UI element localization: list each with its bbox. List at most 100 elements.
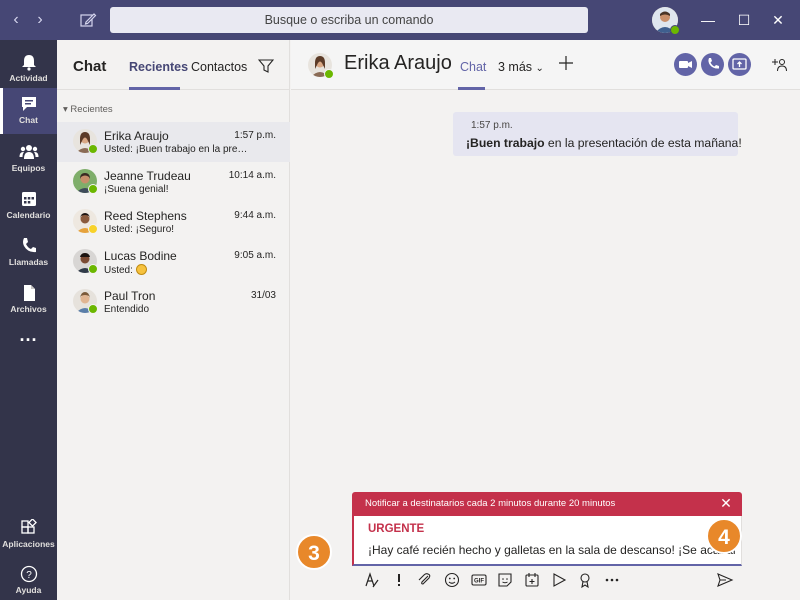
add-tab-icon[interactable]	[557, 54, 575, 72]
chat-name: Erika Araujo	[104, 129, 169, 143]
chat-time: 1:57 p.m.	[234, 130, 276, 141]
rail-label: Archivos	[10, 304, 47, 314]
page-title: Chat	[73, 58, 107, 75]
chat-row[interactable]: Erika Araujo 1:57 p.m. Usted: ¡Buen trab…	[57, 122, 290, 162]
close-icon[interactable]: ✕	[768, 10, 788, 30]
chat-name: Jeanne Trudeau	[104, 169, 191, 183]
tab-more[interactable]: 3 más ⌄	[498, 60, 544, 74]
bell-icon	[21, 55, 36, 71]
smiley-emoji-icon	[135, 264, 147, 275]
presence-available-icon	[88, 304, 98, 314]
rail-label: Calendario	[6, 210, 51, 220]
ellipsis-icon: ···	[19, 330, 38, 350]
chat-time: 9:05 a.m.	[234, 250, 276, 261]
share-screen-icon	[732, 58, 747, 70]
close-icon[interactable]: ✕	[718, 495, 734, 511]
message-text: ¡Buen trabajo en la presentación de esta…	[466, 136, 742, 150]
priority-icon[interactable]	[390, 571, 408, 589]
tab-recientes[interactable]: Recientes	[129, 60, 188, 74]
more-apps-button[interactable]: ···	[0, 330, 57, 376]
chat-preview: Usted:	[104, 264, 252, 276]
conversation-pane: Erika Araujo Chat 3 más ⌄ 1:57 p.m. ¡Bue…	[291, 40, 800, 600]
title-bar: ‹ › Busque o escriba un comando — ☐ ✕	[0, 0, 800, 40]
apps-icon	[20, 519, 37, 534]
phone-icon	[22, 238, 36, 253]
add-people-icon[interactable]	[771, 56, 789, 74]
message-time: 1:57 p.m.	[471, 120, 513, 131]
video-call-button[interactable]	[674, 53, 697, 76]
rail-item-archivos[interactable]: Archivos	[0, 277, 57, 323]
more-options-icon[interactable]	[603, 571, 621, 589]
chat-list-pane: Chat Recientes Contactos ▾ Recientes Eri…	[57, 40, 290, 600]
search-input[interactable]: Busque o escriba un comando	[110, 7, 588, 33]
section-label: Recientes	[70, 104, 113, 115]
audio-call-button[interactable]	[701, 53, 724, 76]
rail-item-ayuda[interactable]: ? Ayuda	[0, 558, 57, 600]
presence-available-icon	[88, 184, 98, 194]
presence-available-icon	[324, 69, 334, 79]
stream-icon[interactable]	[550, 571, 568, 589]
notify-text: Notificar a destinatarios cada 2 minutos…	[365, 498, 616, 509]
section-header[interactable]: ▾ Recientes	[63, 104, 113, 115]
phone-icon	[708, 58, 719, 69]
chat-row[interactable]: Reed Stephens 9:44 a.m. Usted: ¡Seguro!	[57, 202, 290, 242]
presence-away-icon	[88, 224, 98, 234]
gif-icon[interactable]: GIF	[470, 571, 488, 589]
praise-icon[interactable]	[576, 571, 594, 589]
chat-preview: Entendido	[104, 304, 150, 315]
send-icon[interactable]	[716, 571, 734, 589]
tab-indicator	[129, 87, 180, 90]
chat-name: Lucas Bodine	[104, 249, 177, 263]
chat-name: Reed Stephens	[104, 209, 187, 223]
compose-box[interactable]: URGENTE ¡Hay café recién hecho y galleta…	[352, 516, 742, 566]
filter-icon[interactable]	[258, 58, 274, 74]
message-bold-text: ¡Buen trabajo	[466, 136, 545, 150]
urgent-label: URGENTE	[368, 523, 425, 535]
chat-preview: ¡Suena genial!	[104, 184, 169, 195]
rail-item-actividad[interactable]: Actividad	[0, 46, 57, 92]
rail-label: Actividad	[9, 73, 48, 83]
presence-available-icon	[670, 25, 680, 35]
rail-item-chat[interactable]: Chat	[0, 88, 57, 134]
rail-label: Llamadas	[8, 257, 49, 267]
attach-icon[interactable]	[416, 571, 434, 589]
rail-item-llamadas[interactable]: Llamadas	[0, 230, 57, 276]
chevron-down-icon: ⌄	[535, 63, 544, 74]
back-arrow-icon[interactable]: ‹	[6, 10, 26, 30]
urgent-notify-banner: Notificar a destinatarios cada 2 minutos…	[352, 492, 742, 516]
svg-text:GIF: GIF	[474, 579, 484, 585]
maximize-icon[interactable]: ☐	[734, 10, 754, 30]
compose-icon[interactable]	[78, 10, 98, 30]
rail-item-calendario[interactable]: Calendario	[0, 183, 57, 229]
tab-contactos[interactable]: Contactos	[191, 60, 247, 74]
contact-name: Erika Araujo	[344, 52, 452, 74]
chat-row[interactable]: Paul Tron 31/03 Entendido	[57, 282, 290, 322]
message-bubble[interactable]: 1:57 p.m. ¡Buen trabajo en la presentaci…	[453, 112, 742, 156]
presence-available-icon	[88, 144, 98, 154]
callout-badge: 3	[296, 534, 332, 570]
forward-arrow-icon[interactable]: ›	[30, 10, 50, 30]
format-icon[interactable]	[363, 571, 381, 589]
compose-input[interactable]: ¡Hay café recién hecho y galletas en la …	[368, 543, 736, 557]
help-icon: ?	[20, 565, 37, 583]
chat-row[interactable]: Lucas Bodine 9:05 a.m. Usted:	[57, 242, 290, 282]
chat-preview: Usted: ¡Seguro!	[104, 224, 175, 235]
rail-item-aplicaciones[interactable]: Aplicaciones	[0, 512, 57, 558]
tab-chat[interactable]: Chat	[460, 60, 486, 74]
meeting-icon[interactable]	[523, 571, 541, 589]
minimize-icon[interactable]: —	[698, 10, 718, 30]
rail-label: Chat	[19, 115, 38, 125]
rail-item-equipos[interactable]: Equipos	[0, 136, 57, 182]
share-screen-button[interactable]	[728, 53, 751, 76]
tab-indicator	[458, 87, 485, 90]
presence-available-icon	[88, 264, 98, 274]
rail-label: Equipos	[11, 163, 46, 173]
calendar-icon	[21, 192, 36, 206]
emoji-icon[interactable]	[443, 571, 461, 589]
files-icon	[23, 285, 35, 301]
sticker-icon[interactable]	[496, 571, 514, 589]
rail-label: Aplicaciones	[2, 539, 55, 549]
chat-preview: Usted: ¡Buen trabajo en la presentación …	[104, 144, 252, 155]
chat-name: Paul Tron	[104, 289, 156, 303]
chat-row[interactable]: Jeanne Trudeau 10:14 a.m. ¡Suena genial!	[57, 162, 290, 202]
